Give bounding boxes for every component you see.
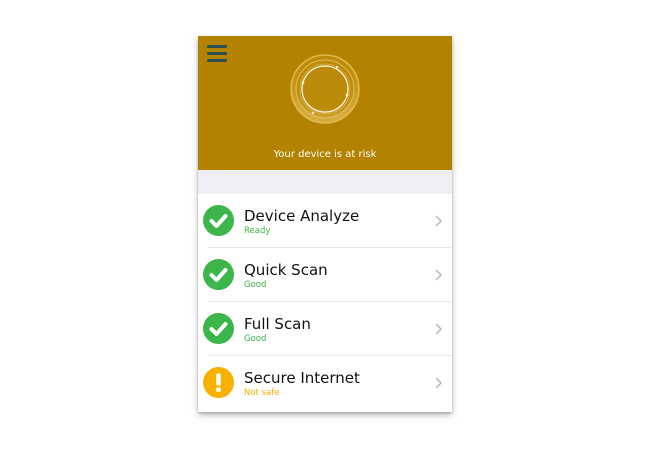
list-item-title: Secure Internet xyxy=(244,369,360,387)
list-item-quick-scan[interactable]: Quick Scan Good xyxy=(198,248,452,302)
list-item-status: Good xyxy=(244,334,267,344)
list-item-title: Device Analyze xyxy=(244,207,360,225)
scan-ring-icon[interactable] xyxy=(289,53,361,125)
exclamation-circle-icon xyxy=(203,367,234,398)
check-circle-icon xyxy=(203,205,234,236)
chevron-right-icon xyxy=(435,215,442,227)
check-circle-icon xyxy=(203,313,234,344)
chevron-right-icon xyxy=(435,377,442,389)
list-item-title: Quick Scan xyxy=(244,261,328,279)
hamburger-menu-icon[interactable] xyxy=(207,44,227,62)
status-header: Your device is at risk xyxy=(198,36,452,170)
list-item-full-scan[interactable]: Full Scan Good xyxy=(198,302,452,356)
list-item-status: Not safe xyxy=(244,388,280,398)
list-item-status: Ready xyxy=(244,226,271,236)
list-item-status: Good xyxy=(244,280,267,290)
chevron-right-icon xyxy=(435,323,442,335)
app-screen: Your device is at risk Device Analyze Re… xyxy=(198,36,452,412)
device-status-text: Your device is at risk xyxy=(273,149,377,160)
section-spacer xyxy=(198,170,452,194)
list-item-device-analyze[interactable]: Device Analyze Ready xyxy=(198,194,452,248)
check-circle-icon xyxy=(203,259,234,290)
scan-list: Device Analyze Ready Quick Scan Good Ful… xyxy=(198,194,452,410)
list-item-secure-internet[interactable]: Secure Internet Not safe xyxy=(198,356,452,410)
chevron-right-icon xyxy=(435,269,442,281)
list-item-title: Full Scan xyxy=(244,315,311,333)
